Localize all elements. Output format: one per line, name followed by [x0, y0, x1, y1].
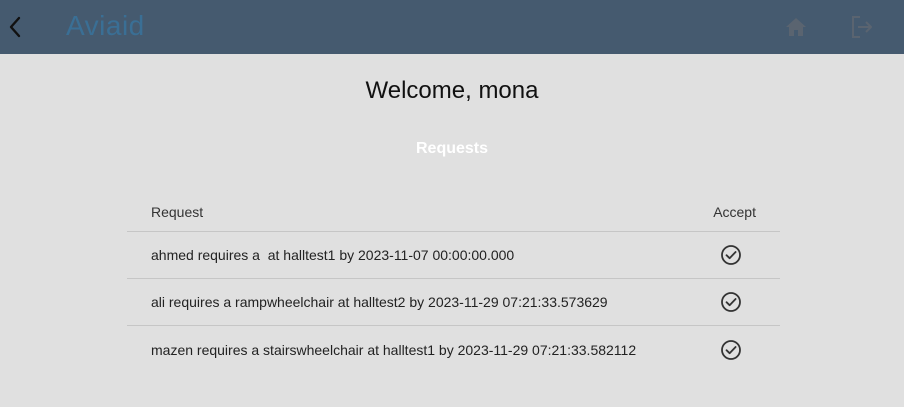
- check-circle-icon: [721, 339, 741, 360]
- app-logo: Aviaid: [66, 10, 145, 41]
- request-text: ahmed requires a at halltest1 by 2023-11…: [151, 247, 515, 263]
- accept-button[interactable]: [720, 339, 742, 361]
- app-bar: Aviaid: [0, 0, 904, 54]
- column-header-request: Request: [151, 203, 204, 220]
- requests-table: Request Accept ahmed requires a at hallt…: [127, 192, 780, 373]
- table-header-row: Request Accept: [127, 192, 780, 232]
- column-header-accept: Accept: [713, 203, 756, 220]
- table-row: mazen requires a stairswheelchair at hal…: [127, 326, 780, 373]
- check-circle-icon: [721, 245, 741, 265]
- table-row: ahmed requires a at halltest1 by 2023-11…: [127, 232, 780, 279]
- chevron-left-icon: [9, 16, 21, 38]
- request-text: mazen requires a stairswheelchair at hal…: [151, 341, 637, 358]
- home-button[interactable]: [784, 15, 808, 39]
- accept-button[interactable]: [720, 244, 742, 266]
- back-button[interactable]: [0, 0, 30, 54]
- home-icon: [786, 18, 806, 36]
- accept-button[interactable]: [720, 291, 742, 313]
- check-circle-icon: [721, 292, 741, 312]
- logout-icon: [852, 16, 872, 38]
- logout-button[interactable]: [849, 14, 875, 40]
- request-text: ali requires a rampwheelchair at halltes…: [151, 294, 608, 310]
- table-row: ali requires a rampwheelchair at halltes…: [127, 279, 780, 326]
- welcome-heading: Welcome, mona: [365, 77, 539, 104]
- requests-section-title: Requests: [415, 140, 489, 157]
